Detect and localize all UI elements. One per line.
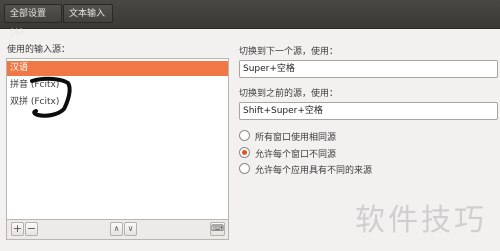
list-toolbar: + − ∧ ∨ ⌨ — [6, 220, 229, 240]
radio-label: 允许每个应用具有不同的来源 — [255, 166, 373, 176]
list-item[interactable]: 汉语 — [7, 61, 228, 76]
watermark: 软件技巧 — [355, 203, 487, 238]
prev-source-label: 切换到之前的源，使用： — [239, 89, 339, 99]
move-down-button[interactable]: ∨ — [124, 222, 137, 236]
radio-icon[interactable] — [239, 163, 250, 174]
radio-per-window[interactable]: 允许每个窗口不同源 — [239, 147, 336, 161]
radio-icon[interactable] — [239, 130, 250, 141]
radio-same-source[interactable]: 所有窗口使用相同源 — [239, 130, 336, 144]
next-source-label: 切换到下一个源，使用： — [239, 47, 339, 57]
radio-checked-icon[interactable] — [239, 147, 250, 158]
prev-source-shortcut-field[interactable]: Shift+Super+空格 — [239, 102, 498, 120]
remove-source-button[interactable]: − — [25, 222, 38, 236]
keyboard-icon[interactable]: ⌨ — [210, 222, 225, 236]
text-entry-tab[interactable]: 文本输入 — [63, 4, 113, 23]
move-up-button[interactable]: ∧ — [110, 222, 123, 236]
add-source-button[interactable]: + — [11, 222, 24, 236]
input-sources-label: 使用的输入源： — [7, 45, 71, 55]
radio-label: 允许每个窗口不同源 — [255, 150, 337, 160]
header-toolbar: 全部设置(A) 文本输入 — [0, 0, 500, 38]
radio-label: 所有窗口使用相同源 — [255, 133, 337, 143]
all-settings-button[interactable]: 全部设置(A) — [4, 4, 62, 38]
next-source-shortcut-field[interactable]: Super+空格 — [239, 60, 498, 78]
scribble-annotation — [30, 76, 72, 118]
radio-per-app[interactable]: 允许每个应用具有不同的来源 — [239, 163, 372, 177]
